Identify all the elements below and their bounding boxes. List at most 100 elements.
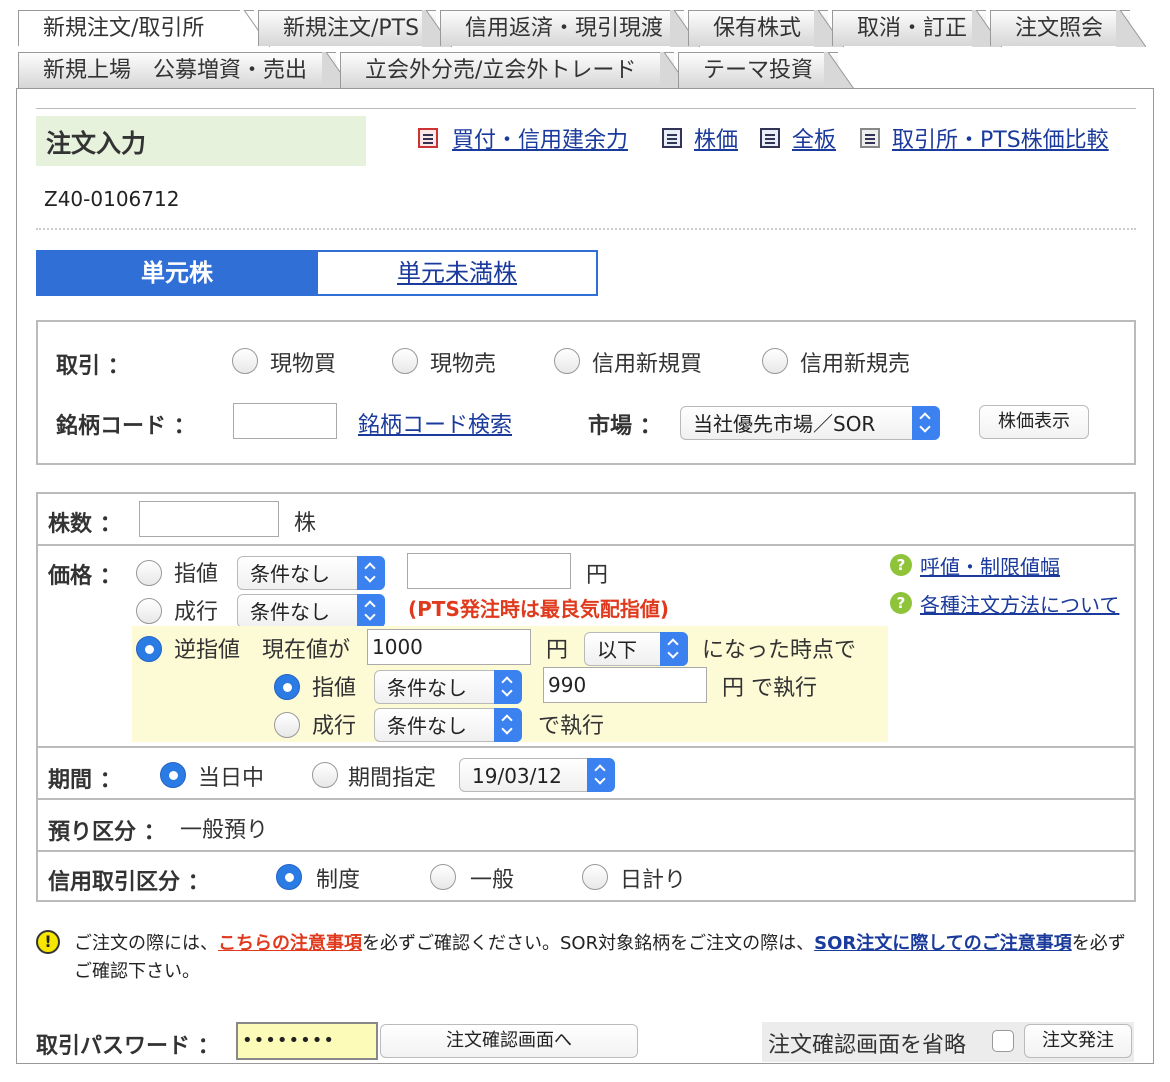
select-arrow-icon [912,406,940,440]
link-buying-power[interactable]: 買付・信用建余力 [452,122,628,154]
tab-cancel-modify[interactable]: 取消・訂正 [832,10,986,46]
tab-edge [824,52,854,89]
notice-link-sor-b: 意事項 [1017,933,1072,954]
margin-daytrade-label: 日計り [620,868,687,893]
link-price-compare[interactable]: 取引所・PTS株価比較 [892,122,1109,154]
opt-margin-buy: 信用新規買 [592,352,703,377]
opt-cash-buy: 現物買 [270,352,337,377]
select-arrow-icon [660,632,688,666]
yen-label: 円 [586,563,609,588]
tab-new-order-exchange[interactable]: 新規注文/取引所 [18,10,254,46]
code-label: 銘柄コード ： [56,414,196,439]
stock-code-input[interactable] [233,403,337,439]
market-order-label: 成行 [174,600,219,625]
exec-suffix-2: で執行 [538,714,605,739]
shares-input[interactable] [139,501,279,537]
row-divider [36,746,1136,748]
tab-new-order-pts[interactable]: 新規注文/PTS [258,10,436,46]
radio-margin-buy[interactable] [554,348,580,374]
tick-size-link[interactable]: 呼値・制限値幅 [920,551,1060,580]
period-date-select[interactable]: 19/03/12 [459,758,615,792]
stop-suffix: になった時点で [702,638,857,663]
skip-confirm-checkbox[interactable] [992,1030,1014,1052]
radio-margin-system[interactable] [276,864,302,890]
stop-trigger-input[interactable]: 1000 [367,629,531,665]
radio-today[interactable] [160,762,186,788]
link-stock-price[interactable]: 株価 [694,122,738,154]
skip-confirm-label: 注文確認画面を省略 [768,1033,967,1058]
link-full-board[interactable]: 全板 [792,122,836,154]
stop-direction-value: 以下 [597,638,637,662]
radio-stop-limit[interactable] [274,674,300,700]
exec-suffix: 円 で執行 [722,676,817,701]
odd-lot-link[interactable]: 単元未満株 [397,259,517,287]
market-label: 市場 ： [588,414,662,439]
code-search-link[interactable]: 銘柄コード検索 [358,407,512,439]
unit-tab-odd-lot[interactable]: 単元未満株 [316,250,598,296]
stop-direction-select[interactable]: 以下 [584,632,688,666]
stop-limit-label: 指値 [312,676,357,701]
notice-text: ご注文の際には、こちらの注意事項を必ずご確認ください。SOR対象銘柄をご注文の際… [74,930,1134,986]
submit-order-button[interactable]: 注文発注 [1024,1024,1132,1058]
margin-general-label: 一般 [470,868,515,893]
compare-icon [860,128,880,148]
radio-stop-market[interactable] [274,712,300,738]
custody-label: 預り区分 ： [48,820,166,845]
stop-prefix: 現在値が [262,638,351,663]
quote-button[interactable]: 株価表示 [979,405,1089,439]
row-divider [36,798,1136,800]
notice-link-caution[interactable]: こちらの注意事項 [218,933,362,954]
order-methods-link[interactable]: 各種注文方法について [920,589,1119,618]
confirm-screen-button[interactable]: 注文確認画面へ [380,1024,638,1058]
market-select[interactable]: 当社優先市場／SOR [680,406,940,440]
notice-link-sor-a: SOR注文に際してのご注 [814,933,1018,954]
stop-market-cond-value: 条件なし [387,714,467,738]
tab-ipo-po[interactable]: 新規上場 公募増資・売出 [18,52,336,88]
today-label: 当日中 [198,766,265,791]
tab-order-inquiry[interactable]: 注文照会 [990,10,1130,46]
tab-theme-invest[interactable]: テーマ投資 [678,52,838,88]
stock-price-icon [662,128,682,148]
radio-limit[interactable] [136,560,162,586]
market-select-value: 当社優先市場／SOR [693,412,876,436]
select-arrow-icon [357,556,385,590]
stop-limit-cond-select[interactable]: 条件なし [374,670,522,704]
stop-limit-cond-value: 条件なし [387,676,467,700]
radio-cash-sell[interactable] [392,348,418,374]
margin-system-label: 制度 [316,868,361,893]
tab-offfloor[interactable]: 立会外分売/立会外トレード [340,52,674,88]
stop-market-label: 成行 [312,714,357,739]
help-icon: ? [890,592,912,614]
row-divider [36,544,1136,546]
radio-market[interactable] [136,598,162,624]
stop-limit-price-input[interactable]: 990 [543,667,707,703]
password-input[interactable]: •••••••• [236,1022,378,1060]
limit-price-input[interactable] [407,553,571,589]
radio-stop[interactable] [136,636,162,662]
margin-type-label: 信用取引区分 ： [48,870,210,895]
radio-margin-general[interactable] [430,864,456,890]
limit-cond-select[interactable]: 条件なし [237,556,385,590]
radio-specify-period[interactable] [312,762,338,788]
stop-market-cond-select[interactable]: 条件なし [374,708,522,742]
specify-period-label: 期間指定 [348,766,437,791]
trade-box [36,320,1136,465]
unit-tab-active[interactable]: 単元株 [36,250,318,296]
tab-edge [1116,10,1146,47]
radio-margin-daytrade[interactable] [582,864,608,890]
radio-cash-buy[interactable] [232,348,258,374]
yen-label: 円 [546,638,569,663]
notice-pre: ご注文の際には、 [74,933,218,954]
market-cond-select[interactable]: 条件なし [237,594,385,628]
tab-holdings[interactable]: 保有株式 [688,10,828,46]
select-arrow-icon [494,670,522,704]
notice-link-sor[interactable]: SOR注文に際してのご注意事項 [814,933,1072,954]
unit-tab-underline [36,294,598,296]
select-arrow-icon [587,758,615,792]
stop-label: 逆指値 [174,638,241,663]
radio-margin-sell[interactable] [762,348,788,374]
tab-margin-repay[interactable]: 信用返済・現引現渡 [440,10,684,46]
shares-label: 株数 ： [48,512,122,537]
period-label: 期間 ： [48,768,122,793]
row-divider [36,850,1136,852]
